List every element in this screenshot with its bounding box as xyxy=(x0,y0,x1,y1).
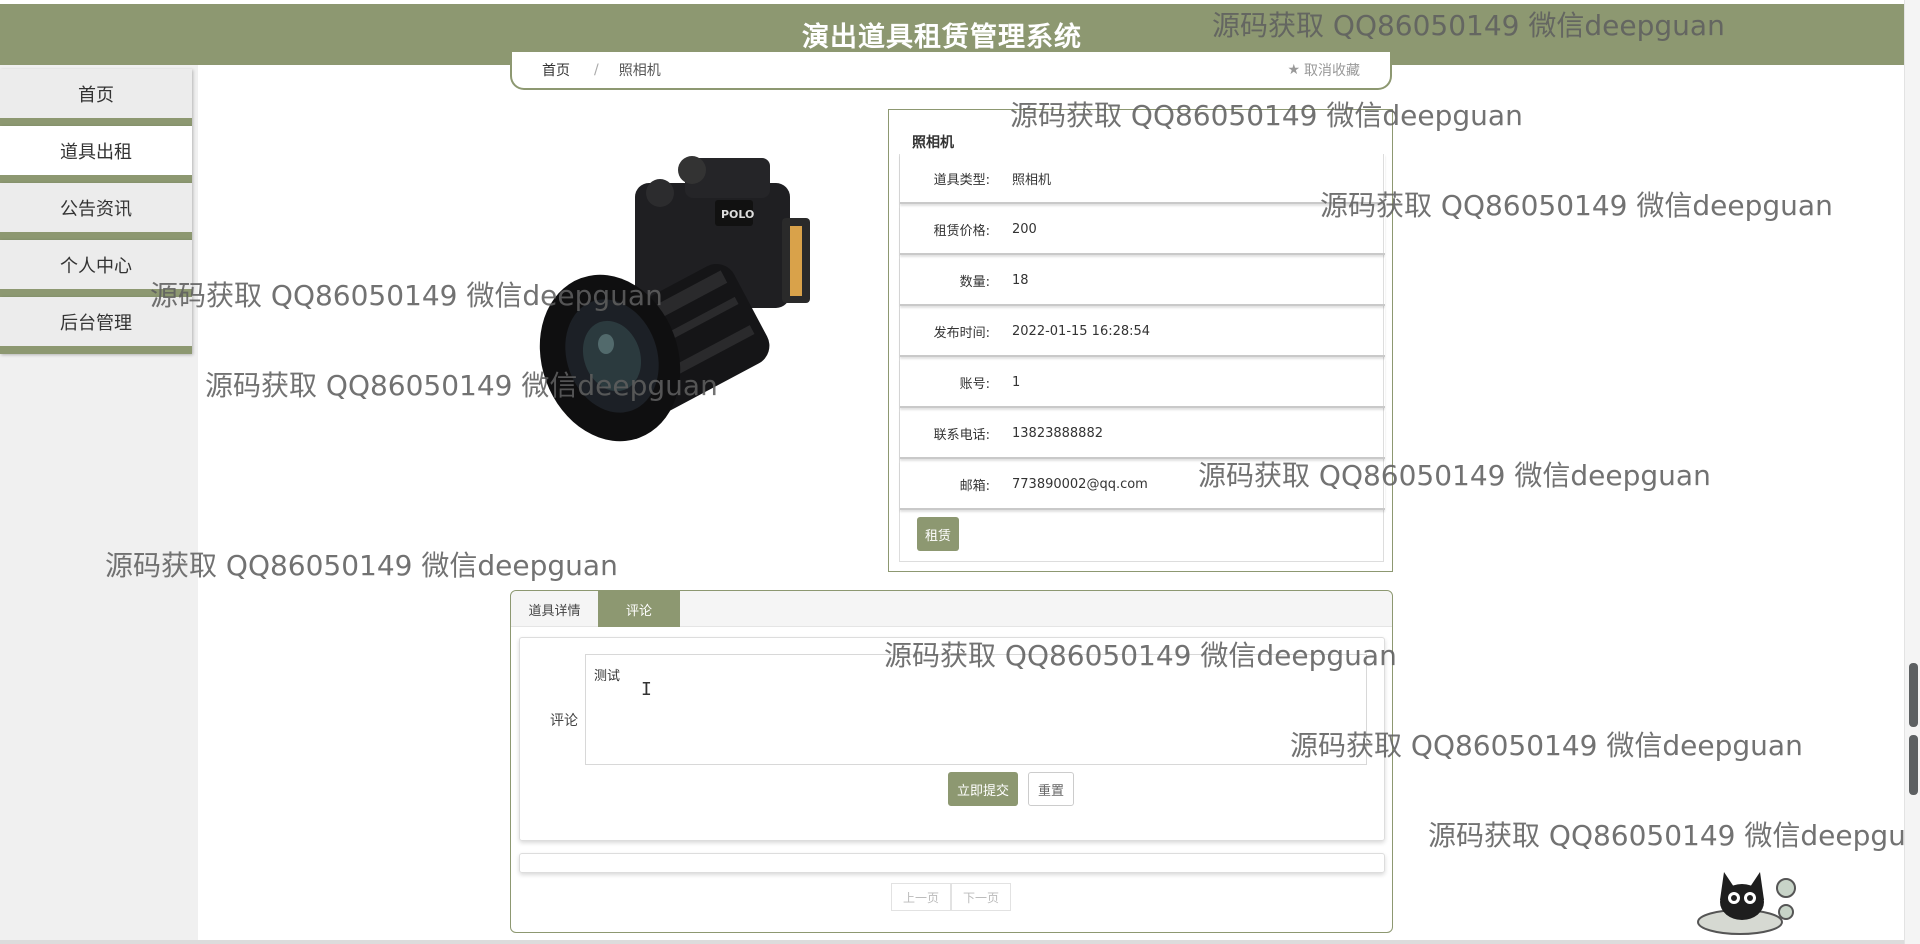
watermark: 源码获取 QQ86050149 微信deepguan xyxy=(1320,189,1833,222)
field-value: 2022-01-15 16:28:54 xyxy=(1012,323,1151,339)
submit-button[interactable]: 立即提交 xyxy=(948,772,1018,806)
pagination: 上一页 下一页 xyxy=(891,883,1011,911)
sidebar-item-admin[interactable]: 后台管理 xyxy=(0,297,192,354)
prev-page-button[interactable]: 上一页 xyxy=(891,883,951,911)
field-value: 18 xyxy=(1012,272,1029,288)
field-row-quantity: 数量: 18 xyxy=(900,256,1385,306)
bottom-divider xyxy=(0,940,1904,944)
comment-input[interactable] xyxy=(585,654,1367,765)
sidebar-item-home[interactable]: 首页 xyxy=(0,69,192,126)
breadcrumb-home-link[interactable]: 首页 xyxy=(542,60,570,80)
reset-button[interactable]: 重置 xyxy=(1028,772,1074,806)
breadcrumb-separator: / xyxy=(594,62,599,78)
field-row-price: 租赁价格: 200 xyxy=(900,205,1385,255)
field-row-publish-time: 发布时间: 2022-01-15 16:28:54 xyxy=(900,307,1385,357)
next-page-button[interactable]: 下一页 xyxy=(951,883,1011,911)
svg-text:POLO: POLO xyxy=(721,208,754,221)
field-label: 道具类型: xyxy=(933,172,990,188)
field-label: 数量: xyxy=(959,274,990,290)
field-row-email: 邮箱: 773890002@qq.com xyxy=(900,460,1385,510)
tab-header: 道具详情 评论 xyxy=(511,591,1392,627)
comment-form: 评论 立即提交 重置 xyxy=(519,637,1385,841)
field-value: 773890002@qq.com xyxy=(1012,476,1148,492)
breadcrumb-current: 照相机 xyxy=(618,63,661,79)
watermark: 源码获取 QQ86050149 微信deepgu xyxy=(1428,819,1906,852)
field-label: 租赁价格: xyxy=(933,223,990,239)
breadcrumb: 首页 / 照相机 ★ 取消收藏 xyxy=(510,52,1392,90)
text-cursor-icon: I xyxy=(641,679,652,700)
field-row-account: 账号: 1 xyxy=(900,358,1385,408)
product-fields: 道具类型: 照相机 租赁价格: 200 数量: 18 发布时间: 2022-01… xyxy=(899,154,1385,562)
field-label: 账号: xyxy=(959,376,990,392)
product-image: POLO xyxy=(539,156,810,442)
sidebar: 首页 道具出租 公告资讯 个人中心 后台管理 xyxy=(0,65,198,944)
unfavorite-button[interactable]: ★ 取消收藏 xyxy=(1287,60,1360,80)
product-detail-panel: 照相机 道具类型: 照相机 租赁价格: 200 数量: 18 发布时间: 202… xyxy=(888,109,1393,572)
field-row-type: 道具类型: 照相机 xyxy=(900,154,1385,204)
mascot-icon xyxy=(1697,872,1796,935)
sidebar-item-prop-rental[interactable]: 道具出租 xyxy=(0,126,192,183)
field-label: 联系电话: xyxy=(933,427,990,443)
tab-comments[interactable]: 评论 xyxy=(598,591,680,627)
field-label: 发布时间: xyxy=(933,325,990,341)
scrollbar-thumb[interactable] xyxy=(1909,663,1918,727)
app-title: 演出道具租赁管理系统 xyxy=(802,22,1082,53)
rent-button[interactable]: 租赁 xyxy=(917,517,959,551)
field-value: 1 xyxy=(1012,374,1021,390)
unfavorite-label: 取消收藏 xyxy=(1304,63,1360,79)
tab-panel: 道具详情 评论 评论 立即提交 重置 上一页 下一页 xyxy=(510,590,1393,933)
vertical-scrollbar[interactable] xyxy=(1904,0,1920,944)
star-icon: ★ xyxy=(1287,62,1300,78)
tab-prop-details[interactable]: 道具详情 xyxy=(511,591,598,627)
scrollbar-thumb[interactable] xyxy=(1909,735,1918,795)
field-value: 13823888882 xyxy=(1012,425,1103,441)
sidebar-item-announcements[interactable]: 公告资讯 xyxy=(0,183,192,240)
comment-label: 评论 xyxy=(550,713,578,729)
field-value: 200 xyxy=(1012,221,1037,237)
field-row-phone: 联系电话: 13823888882 xyxy=(900,409,1385,459)
comment-list xyxy=(519,853,1385,873)
sidebar-item-personal-center[interactable]: 个人中心 xyxy=(0,240,192,297)
product-title: 照相机 xyxy=(912,135,954,151)
field-label: 邮箱: xyxy=(959,478,990,494)
field-value: 照相机 xyxy=(1012,172,1052,188)
